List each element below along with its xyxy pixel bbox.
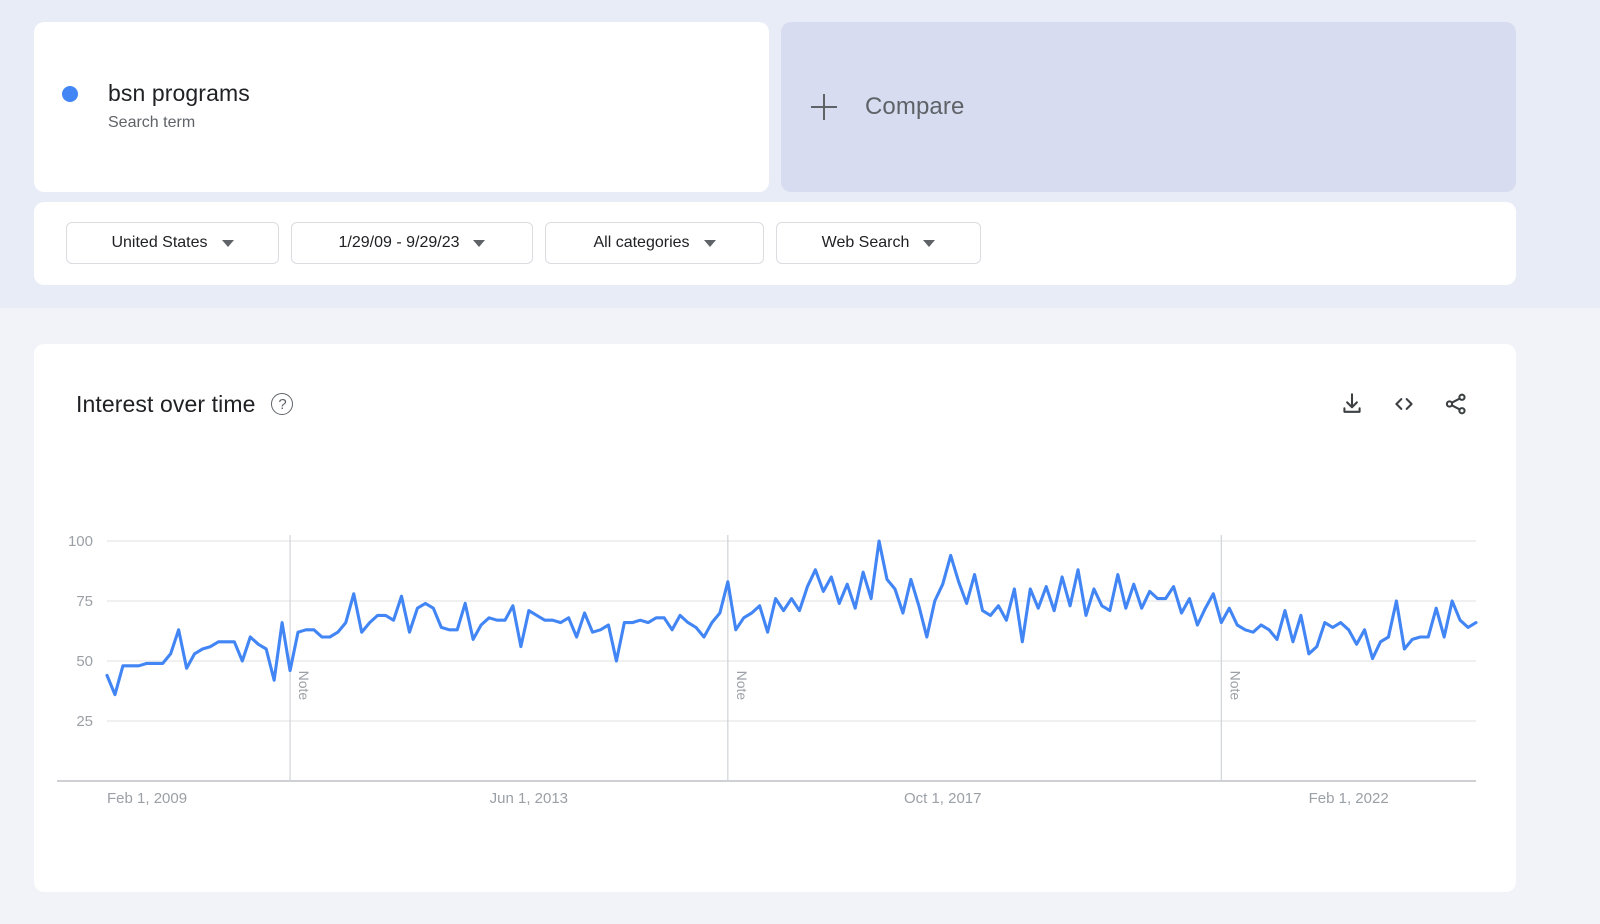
search-term-card[interactable]: bsn programs Search term (34, 22, 769, 192)
filter-category-label: All categories (593, 234, 690, 251)
chevron-down-icon (221, 239, 234, 247)
share-icon[interactable] (1434, 382, 1478, 426)
compare-label: Compare (865, 93, 965, 120)
x-axis-tick-label: Jun 1, 2013 (490, 790, 568, 807)
filter-category[interactable]: All categories (545, 222, 764, 264)
embed-code-icon[interactable] (1382, 382, 1426, 426)
filter-search-type-label: Web Search (821, 234, 910, 251)
interest-over-time-chart: 25 50 75 100 Note Note Note Feb 1, 2009 Jun 1, 2… (34, 344, 1516, 892)
filter-date-range[interactable]: 1/29/09 - 9/29/23 (291, 222, 533, 264)
chart-actions (1322, 382, 1478, 426)
note-annotation-label[interactable]: Note (296, 671, 312, 701)
interest-over-time-card: Interest over time ? 25 50 75 100 Note Note No… (34, 344, 1516, 892)
filter-search-type[interactable]: Web Search (776, 222, 981, 264)
chart-header: Interest over time ? (76, 384, 1476, 424)
x-axis-tick-label: Oct 1, 2017 (904, 790, 982, 807)
x-axis-tick-label: Feb 1, 2022 (1309, 790, 1389, 807)
filter-location-label: United States (111, 234, 208, 251)
y-axis-tick-label: 75 (76, 593, 93, 610)
search-term-content: bsn programs Search term (62, 79, 250, 134)
compare-content: Compare (811, 22, 964, 192)
y-axis-tick-label: 100 (68, 533, 93, 550)
series-color-dot-icon (62, 86, 78, 102)
download-icon[interactable] (1330, 382, 1374, 426)
series-line-bsn-programs[interactable] (105, 539, 1478, 697)
y-axis-tick-label: 25 (76, 713, 93, 730)
search-term-type: Search term (108, 114, 196, 131)
plus-icon (811, 94, 837, 120)
page-title: Interest over time (76, 390, 256, 417)
y-axis-tick-label: 50 (76, 653, 93, 670)
chart-plot-area: 25 50 75 100 Note Note Note Feb 1, 2009 Jun 1, 2… (57, 533, 1478, 807)
note-annotation-label[interactable]: Note (1227, 671, 1243, 701)
query-row: bsn programs Search term Compare (34, 22, 1516, 192)
search-term-texts: bsn programs Search term (108, 79, 250, 134)
chevron-down-icon (923, 239, 936, 247)
chevron-down-icon (473, 239, 486, 247)
chevron-down-icon (703, 239, 716, 247)
compare-button[interactable]: Compare (781, 22, 1516, 192)
x-axis-tick-label: Feb 1, 2009 (107, 790, 187, 807)
filter-pills: United States 1/29/09 - 9/29/23 All cate… (66, 222, 993, 264)
filter-date-range-label: 1/29/09 - 9/29/23 (338, 234, 460, 251)
help-circle-icon[interactable]: ? (271, 393, 294, 415)
note-annotation-label[interactable]: Note (734, 671, 750, 701)
filter-location[interactable]: United States (66, 222, 279, 264)
filter-bar: United States 1/29/09 - 9/29/23 All cate… (34, 202, 1516, 285)
search-term-label: bsn programs (108, 80, 250, 106)
